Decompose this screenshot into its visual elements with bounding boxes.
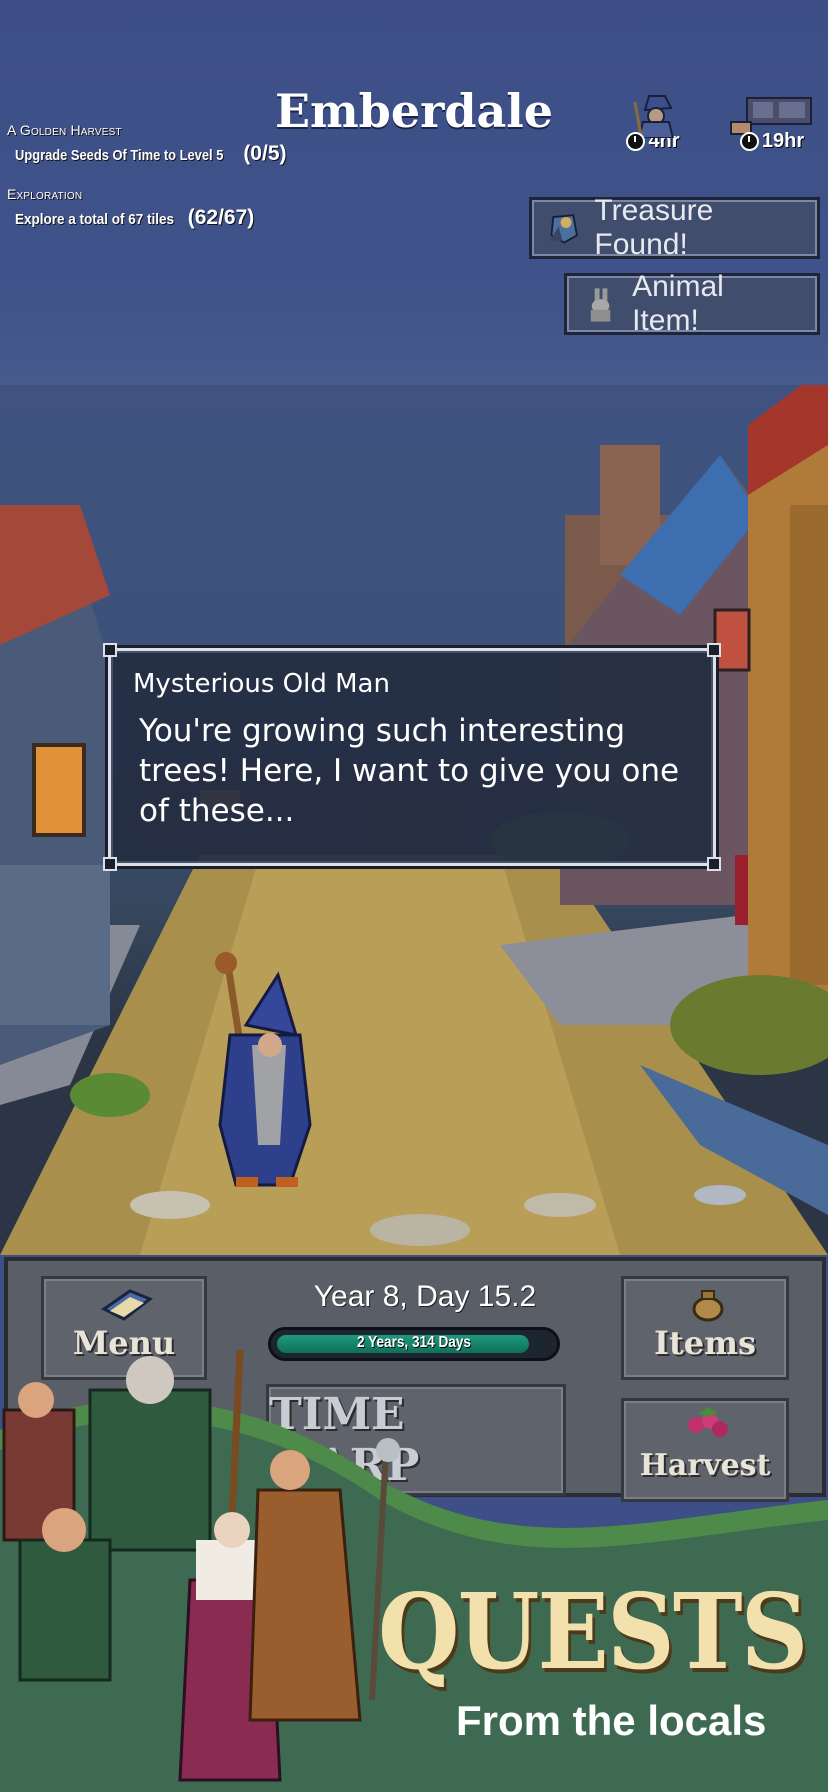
promo-subline: From the locals — [456, 1697, 767, 1744]
game-screen: Emberdale A Golden Harvest Upgrade Seeds… — [0, 0, 828, 1792]
promo-headline: QUESTS — [378, 1570, 808, 1693]
promo-overlay — [0, 1349, 828, 1792]
